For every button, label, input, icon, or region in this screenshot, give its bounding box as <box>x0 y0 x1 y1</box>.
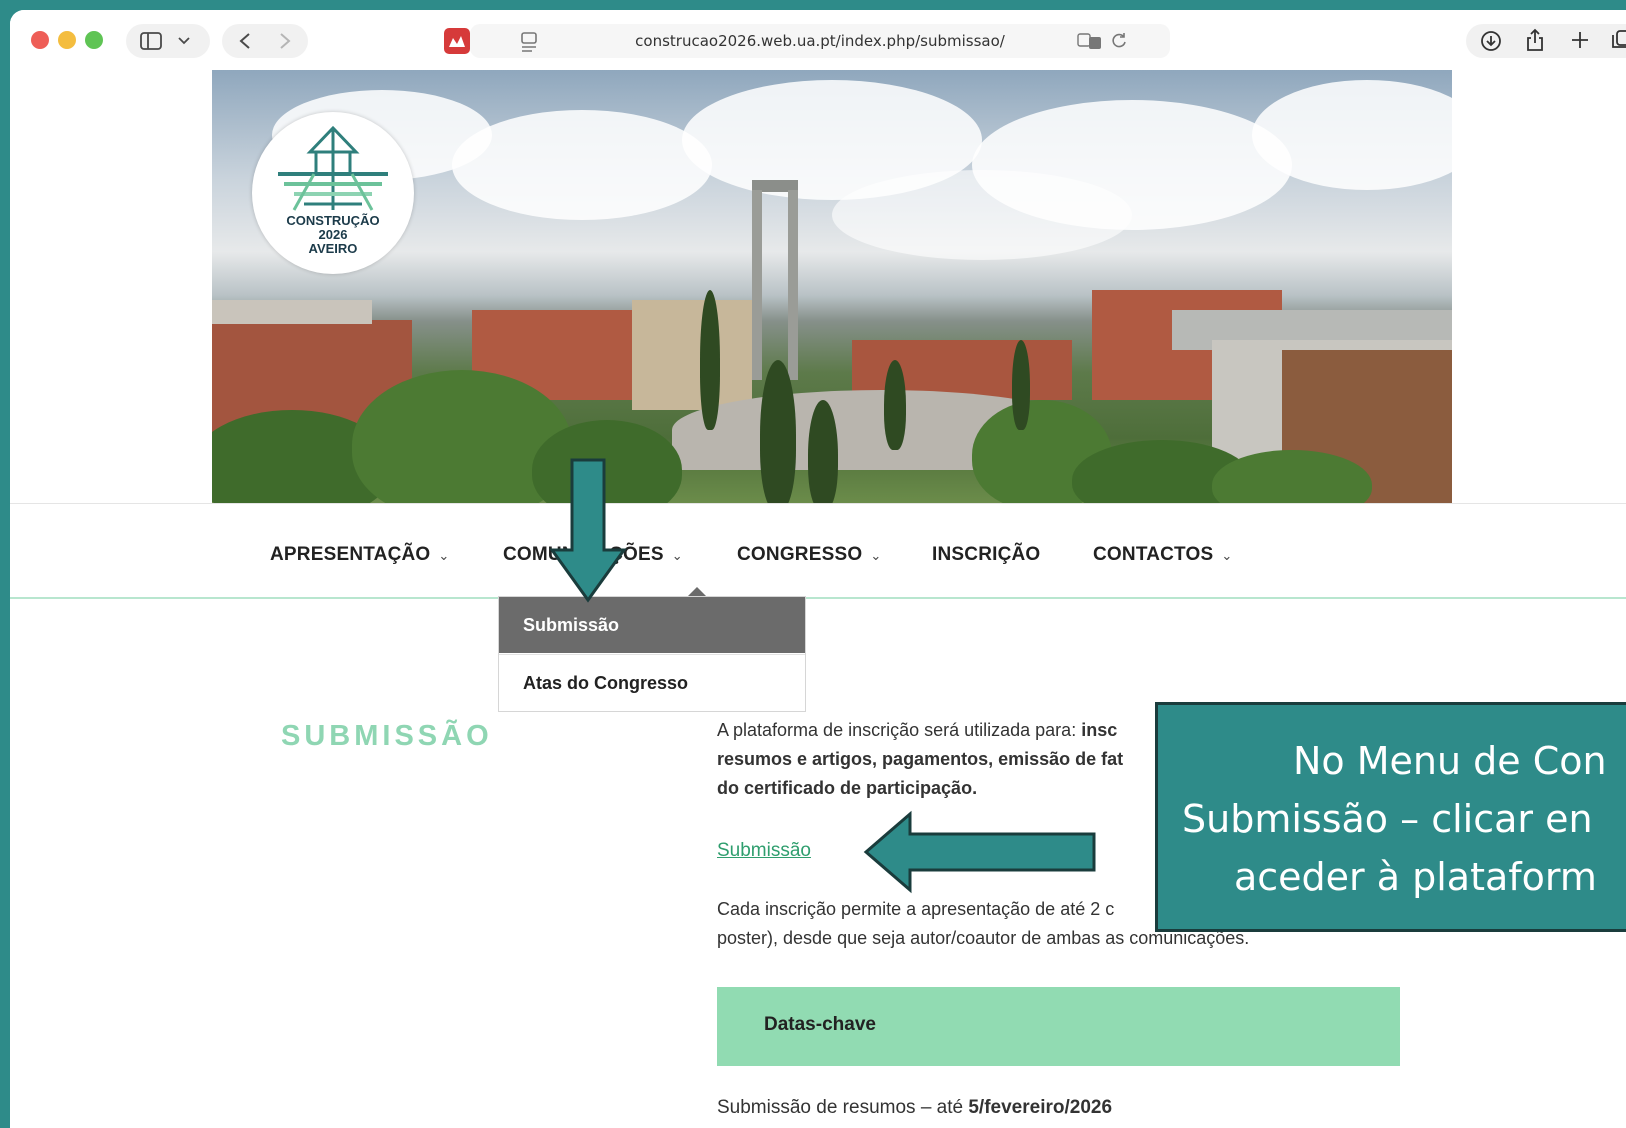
key-dates-heading: Datas-chave <box>764 1014 876 1035</box>
site-favicon-icon[interactable] <box>444 28 470 54</box>
address-bar[interactable]: construcao2026.web.ua.pt/index.php/submi… <box>470 24 1170 58</box>
logo-text-line1: CONSTRUÇÃO <box>286 213 380 228</box>
intro-bold-line3: do certificado de participação. <box>717 778 978 798</box>
dropdown-caret <box>688 587 706 596</box>
logo-text-line2: 2026 <box>318 227 348 242</box>
hero-campus-image <box>212 70 1452 503</box>
site-logo[interactable]: CONSTRUÇÃO 2026 AVEIRO <box>252 112 414 274</box>
dropdown-item-submissao[interactable]: Submissão <box>499 597 805 653</box>
arrow-left-annotation <box>863 810 1096 894</box>
main-navigation: APRESENTAÇÃO⌄ COMUNICAÇÕES⌄ CONGRESSO⌄ I… <box>10 503 1626 599</box>
nav-item-label: CONTACTOS <box>1093 544 1214 565</box>
logo-house-graphic <box>278 125 388 211</box>
toolbar-actions-group <box>1466 24 1626 58</box>
url-text[interactable]: construcao2026.web.ua.pt/index.php/submi… <box>470 32 1170 50</box>
nav-item-inscricao[interactable]: INSCRIÇÃO <box>932 544 1040 566</box>
sidebar-toggle-group[interactable] <box>126 24 210 58</box>
forward-arrow-icon[interactable] <box>278 32 292 50</box>
browser-window: construcao2026.web.ua.pt/index.php/submi… <box>10 10 1626 1128</box>
arrow-down-annotation <box>549 458 627 603</box>
callout-line1: No Menu de Con <box>1293 739 1607 783</box>
share-icon[interactable] <box>1524 28 1546 52</box>
history-nav-group <box>222 24 308 58</box>
callout-line3: aceder à plataform <box>1234 855 1597 899</box>
download-icon[interactable] <box>1480 30 1502 52</box>
nav-item-contactos[interactable]: CONTACTOS ⌄ <box>1093 544 1232 566</box>
chevron-down-icon: ⌄ <box>1221 548 1233 563</box>
key-dates-box: Datas-chave <box>717 987 1400 1066</box>
nav-item-apresentacao[interactable]: APRESENTAÇÃO ⌄ <box>270 544 450 566</box>
chevron-down-icon: ⌄ <box>870 548 882 563</box>
reload-icon[interactable] <box>1110 32 1128 50</box>
instruction-callout: No Menu de Con Submissão – clicar en ace… <box>1155 702 1626 932</box>
back-arrow-icon[interactable] <box>238 32 252 50</box>
close-window-button[interactable] <box>31 31 49 49</box>
browser-toolbar: construcao2026.web.ua.pt/index.php/submi… <box>10 10 1626 70</box>
deadline-date: 5/fevereiro/2026 <box>968 1097 1113 1118</box>
registration-line1: Cada inscrição permite a apresentação de… <box>717 899 1115 919</box>
comunicacoes-dropdown: Submissão Atas do Congresso <box>498 596 806 712</box>
minimize-window-button[interactable] <box>58 31 76 49</box>
abstract-deadline-line: Submissão de resumos – até 5/fevereiro/2… <box>717 1097 1112 1119</box>
intro-bold-line2: resumos e artigos, pagamentos, emissão d… <box>717 749 1124 769</box>
chevron-down-icon: ⌄ <box>438 548 450 563</box>
nav-item-congresso[interactable]: CONGRESSO ⌄ <box>737 544 881 566</box>
nav-item-label: CONGRESSO <box>737 544 863 565</box>
translate-icon[interactable] <box>1077 32 1103 50</box>
chevron-down-icon: ⌄ <box>671 548 683 563</box>
page-title: SUBMISSÃO <box>281 720 493 752</box>
sidebar-icon[interactable] <box>140 32 162 50</box>
intro-text: A plataforma de inscrição será utilizada… <box>717 720 1082 740</box>
submission-link[interactable]: Submissão <box>717 840 811 862</box>
zoom-window-button[interactable] <box>85 31 103 49</box>
intro-bold-text: insc <box>1081 720 1118 740</box>
callout-line2: Submissão – clicar en <box>1182 797 1593 841</box>
new-tab-plus-icon[interactable] <box>1570 30 1590 50</box>
nav-item-label: APRESENTAÇÃO <box>270 544 431 565</box>
chevron-down-icon[interactable] <box>178 36 190 46</box>
deadline-text: Submissão de resumos – até <box>717 1097 969 1118</box>
nav-item-label: INSCRIÇÃO <box>932 544 1041 565</box>
logo-text-line3: AVEIRO <box>308 241 358 256</box>
dropdown-item-atas[interactable]: Atas do Congresso <box>499 654 805 710</box>
tab-overview-icon[interactable] <box>1612 30 1626 50</box>
